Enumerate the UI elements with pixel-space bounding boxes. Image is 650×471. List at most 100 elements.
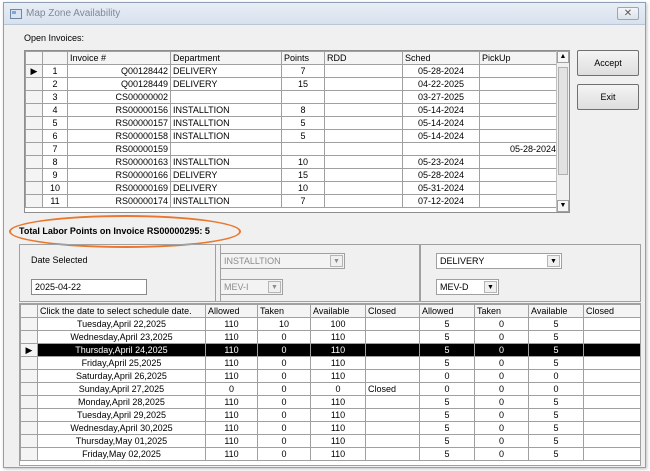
table-row[interactable]: Tuesday,April 29,2025 110 0 110 5 0 5 (20, 408, 640, 422)
table-row[interactable]: 4 RS00000156 INSTALLTION 8 05-14-2024 (25, 103, 559, 117)
total-labor-points-label: Total Labor Points on Invoice RS00000295… (19, 226, 210, 236)
row-selector[interactable] (25, 168, 43, 182)
rdd (324, 181, 403, 195)
schedule-date[interactable]: Thursday,May 01,2025 (37, 434, 206, 448)
schedule-date[interactable]: Saturday,April 26,2025 (37, 369, 206, 383)
table-row[interactable]: 3 CS00000002 03-27-2025 (25, 90, 559, 104)
row-selector[interactable] (25, 90, 43, 104)
schedule-grid[interactable]: Click the date to select schedule date. … (19, 303, 641, 466)
schedule-t2: 0 (474, 421, 529, 435)
table-row[interactable]: Thursday,May 01,2025 110 0 110 5 0 5 (20, 434, 640, 448)
col-invoice-header[interactable]: Invoice # (67, 51, 171, 65)
rdd (324, 116, 403, 130)
row-selector[interactable] (25, 103, 43, 117)
table-row[interactable]: 8 RS00000163 INSTALLTION 10 05-23-2024 (25, 155, 559, 169)
schedule-date[interactable]: Wednesday,April 23,2025 (37, 330, 206, 344)
row-selector[interactable] (20, 369, 38, 383)
schedule-t2: 0 (474, 343, 529, 357)
schedule-a2: 5 (419, 317, 475, 331)
table-row[interactable]: 2 Q00128449 DELIVERY 15 04-22-2025 (25, 77, 559, 91)
table-row[interactable]: Wednesday,April 30,2025 110 0 110 5 0 5 (20, 421, 640, 435)
schedule-date[interactable]: Sunday,April 27,2025 (37, 382, 206, 396)
department: DELIVERY (170, 168, 282, 182)
col-department-header[interactable]: Department (170, 51, 282, 65)
app-window: Map Zone Availability ✕ Open Invoices: I… (3, 2, 646, 468)
table-row[interactable]: Saturday,April 26,2025 110 0 110 0 0 0 (20, 369, 640, 383)
chevron-down-icon[interactable]: ▼ (547, 255, 560, 267)
chevron-down-icon[interactable]: ▼ (330, 255, 343, 267)
row-selector[interactable] (20, 382, 38, 396)
row-selector[interactable] (20, 317, 38, 331)
invoices-grid[interactable]: Invoice # Department Points RDD Sched Pi… (24, 50, 570, 213)
table-row[interactable]: Wednesday,April 23,2025 110 0 110 5 0 5 (20, 330, 640, 344)
row-selector[interactable]: ▶ (20, 343, 38, 357)
chevron-down-icon[interactable]: ▼ (268, 281, 281, 293)
accept-button[interactable]: Accept (577, 50, 639, 76)
row-selector[interactable] (20, 356, 38, 370)
schedule-date[interactable]: Monday,April 28,2025 (37, 395, 206, 409)
rdd (324, 90, 403, 104)
scroll-thumb[interactable] (558, 67, 568, 175)
table-row[interactable]: ▶ Thursday,April 24,2025 110 0 110 5 0 5 (20, 343, 640, 357)
table-row[interactable]: 10 RS00000169 DELIVERY 10 05-31-2024 (25, 181, 559, 195)
exit-button[interactable]: Exit (577, 84, 639, 110)
row-selector[interactable] (20, 447, 38, 461)
row-selector[interactable] (20, 434, 38, 448)
table-row[interactable]: 6 RS00000158 INSTALLTION 5 05-14-2024 (25, 129, 559, 143)
date-selected-input[interactable]: 2025-04-22 (31, 279, 147, 295)
schedule-date[interactable]: Friday,May 02,2025 (37, 447, 206, 461)
delivery-zone-select[interactable]: MEV-D ▼ (436, 279, 499, 295)
table-row[interactable]: 11 RS00000174 INSTALLTION 7 07-12-2024 (25, 194, 559, 208)
table-row[interactable]: Monday,April 28,2025 110 0 110 5 0 5 (20, 395, 640, 409)
row-selector[interactable]: ▶ (25, 64, 43, 78)
table-row[interactable]: ▶ 1 Q00128442 DELIVERY 7 05-28-2024 (25, 64, 559, 78)
pickup (479, 77, 559, 91)
col-rdd-header[interactable]: RDD (324, 51, 403, 65)
rownum-header (42, 51, 68, 65)
col-available-header: Available (310, 304, 366, 318)
row-number: 2 (42, 77, 68, 91)
row-selector[interactable] (20, 330, 38, 344)
row-selector[interactable] (25, 181, 43, 195)
table-row[interactable]: 7 RS00000159 05-28-2024 (25, 142, 559, 156)
scroll-down-icon[interactable]: ▼ (557, 200, 569, 212)
row-selector[interactable] (20, 421, 38, 435)
schedule-c1: Closed (365, 382, 420, 396)
sched (402, 142, 480, 156)
scroll-up-icon[interactable]: ▲ (557, 51, 569, 63)
close-button[interactable]: ✕ (617, 7, 639, 20)
schedule-date[interactable]: Wednesday,April 30,2025 (37, 421, 206, 435)
table-row[interactable]: 9 RS00000166 DELIVERY 15 05-28-2024 (25, 168, 559, 182)
row-selector[interactable] (25, 129, 43, 143)
rdd (324, 64, 403, 78)
row-selector[interactable] (25, 142, 43, 156)
row-selector[interactable] (20, 408, 38, 422)
table-row[interactable]: Sunday,April 27,2025 0 0 0 Closed 0 0 0 (20, 382, 640, 396)
table-row[interactable]: Friday,April 25,2025 110 0 110 5 0 5 (20, 356, 640, 370)
schedule-date[interactable]: Tuesday,April 29,2025 (37, 408, 206, 422)
schedule-date[interactable]: Friday,April 25,2025 (37, 356, 206, 370)
schedule-date[interactable]: Tuesday,April 22,2025 (37, 317, 206, 331)
row-selector-header (20, 304, 38, 318)
sched: 05-14-2024 (402, 116, 480, 130)
col-sched-header[interactable]: Sched (402, 51, 480, 65)
table-row[interactable]: 5 RS00000157 INSTALLTION 5 05-14-2024 (25, 116, 559, 130)
row-selector[interactable] (20, 395, 38, 409)
delivery-dept-select[interactable]: DELIVERY ▼ (436, 253, 562, 269)
col-points-header[interactable]: Points (281, 51, 325, 65)
row-selector[interactable] (25, 194, 43, 208)
row-selector[interactable] (25, 116, 43, 130)
chevron-down-icon[interactable]: ▼ (484, 281, 497, 293)
pickup (479, 181, 559, 195)
row-selector[interactable] (25, 155, 43, 169)
table-row[interactable]: Friday,May 02,2025 110 0 110 5 0 5 (20, 447, 640, 461)
installation-dept-select[interactable]: INSTALLTION ▼ (220, 253, 345, 269)
schedule-date[interactable]: Thursday,April 24,2025 (37, 343, 206, 357)
table-row[interactable]: Tuesday,April 22,2025 110 10 100 5 0 5 (20, 317, 640, 331)
schedule-t2: 0 (474, 395, 529, 409)
installation-zone-select[interactable]: MEV-I ▼ (220, 279, 283, 295)
col-pickup-header[interactable]: PickUp (479, 51, 559, 65)
schedule-t1: 0 (257, 356, 311, 370)
row-selector[interactable] (25, 77, 43, 91)
invoices-scrollbar[interactable]: ▲ ▼ (556, 51, 569, 212)
